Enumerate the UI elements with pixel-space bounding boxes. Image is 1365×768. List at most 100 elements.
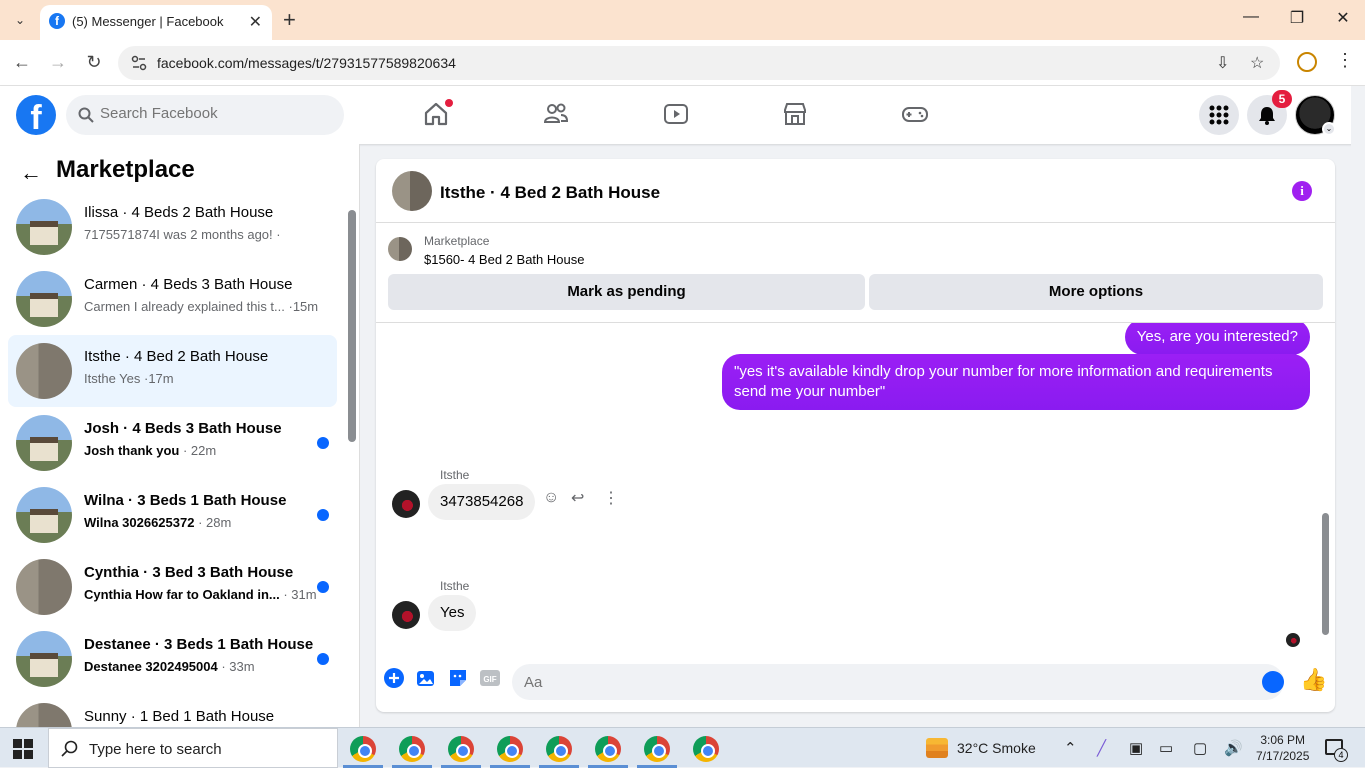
thumbs-up-icon[interactable]: 👍 [1300,667,1327,693]
mark-as-pending-button[interactable]: Mark as pending [388,274,865,310]
conversation-item[interactable]: Destanee · 3 Beds 1 Bath House Destanee … [8,623,337,695]
sender-avatar[interactable] [392,490,420,518]
chat-title[interactable]: Itsthe · 4 Bed 2 Bath House [440,183,660,203]
conversation-item[interactable]: Sunny · 1 Bed 1 Bath House [8,695,337,727]
minimize-icon[interactable]: — [1236,8,1266,26]
facebook-logo-icon[interactable]: f [16,95,56,135]
gif-icon[interactable]: GIF [479,667,501,689]
video-icon[interactable] [662,100,690,128]
weather-icon[interactable] [926,738,948,758]
url-text: facebook.com/messages/t/2793157758982063… [157,55,456,71]
camera-icon[interactable]: ▣ [1129,739,1143,757]
reload-icon[interactable]: ↻ [83,52,105,73]
more-options-button[interactable]: More options [869,274,1323,310]
chevron-down-icon[interactable]: ⌄ [1322,122,1336,136]
emoji-icon[interactable] [1262,671,1284,693]
sidebar-scrollbar-thumb[interactable] [348,210,356,442]
install-app-icon[interactable]: ⇩ [1216,53,1229,73]
svg-text:GIF: GIF [483,675,496,684]
facebook-favicon-icon: f [49,13,65,29]
chat-scrollbar[interactable] [1320,325,1332,651]
browser-tab[interactable]: f (5) Messenger | Facebook ✕ [40,5,272,40]
marketplace-icon[interactable] [781,100,809,128]
chrome-app-icon[interactable] [644,736,670,762]
outgoing-message[interactable]: "yes it's available kindly drop your num… [722,354,1310,410]
sender-name: Itsthe [440,468,470,482]
url-box[interactable]: facebook.com/messages/t/2793157758982063… [118,46,1280,80]
friends-icon[interactable] [542,100,570,128]
site-settings-icon[interactable] [130,54,148,72]
chrome-app-icon[interactable] [448,736,474,762]
facebook-search[interactable] [66,95,344,135]
forward-icon[interactable]: → [47,52,69,73]
unread-dot [317,437,329,449]
pen-icon[interactable]: ╱ [1097,739,1106,757]
listing-thumbnail [16,703,72,727]
weather-text[interactable]: 32°C Smoke [957,740,1036,756]
conversation-item[interactable]: Wilna · 3 Beds 1 Bath House Wilna 302662… [8,479,337,551]
search-icon [61,740,78,757]
conversation-item[interactable]: Carmen · 4 Beds 3 Bath House Carmen I al… [8,263,337,335]
gaming-icon[interactable] [901,100,929,128]
message-input[interactable] [512,664,1284,700]
conversation-item[interactable]: Cynthia · 3 Bed 3 Bath House Cynthia How… [8,551,337,623]
conversation-item[interactable]: Josh · 4 Beds 3 Bath House Josh thank yo… [8,407,337,479]
conversation-preview: Josh thank you · 22m [84,443,217,458]
close-tab-icon[interactable]: ✕ [249,12,262,32]
photo-icon[interactable] [415,667,437,689]
chrome-profile-icon[interactable] [1297,52,1317,72]
clock[interactable]: 3:06 PM 7/17/2025 [1256,732,1309,764]
listing-thumbnail [16,271,72,327]
browser-tab-bar: ⌄ f (5) Messenger | Facebook ✕ + — ❐ ✕ [0,0,1365,40]
plus-circle-icon[interactable] [383,667,405,689]
chrome-menu-icon[interactable]: ⋮ [1336,50,1354,71]
search-input[interactable] [100,105,320,122]
chevron-up-icon[interactable]: ⌃ [1064,739,1077,757]
taskbar-search[interactable]: Type here to search [48,728,338,768]
speaker-icon[interactable]: 🔊 [1224,739,1243,757]
chrome-app-icon[interactable] [595,736,621,762]
listing-thumbnail[interactable] [388,237,412,261]
conversation-item-active[interactable]: Itsthe · 4 Bed 2 Bath House Itsthe Yes ·… [8,335,337,407]
back-icon[interactable]: ← [11,52,33,73]
windows-start-icon[interactable] [13,739,33,759]
listing-thumbnail [16,487,72,543]
sticker-icon[interactable] [447,667,469,689]
menu-grid-button[interactable] [1199,95,1239,135]
close-window-icon[interactable]: ✕ [1328,8,1358,28]
sidebar-scrollbar[interactable] [347,196,356,726]
chat-avatar[interactable] [392,171,432,211]
conversation-name: Josh · 4 Beds 3 Bath House [84,420,282,437]
back-arrow-icon[interactable]: ← [20,160,42,186]
chrome-app-icon[interactable] [497,736,523,762]
conversation-name: Ilissa · 4 Beds 2 Bath House [84,204,274,221]
react-emoji-icon[interactable]: ☺ [543,489,559,507]
chat-scrollbar-thumb[interactable] [1322,513,1329,635]
restore-icon[interactable]: ❐ [1282,8,1312,28]
battery-icon[interactable]: ▭ [1159,739,1173,757]
tab-search-icon[interactable]: ⌄ [8,9,32,31]
page-scrollbar[interactable] [1351,86,1365,727]
chrome-app-icon[interactable] [399,736,425,762]
listing-thumbnail [16,415,72,471]
new-tab-icon[interactable]: + [283,7,296,33]
reply-icon[interactable]: ↩ [571,488,584,508]
unread-dot [317,581,329,593]
chrome-app-icon[interactable] [693,736,719,762]
chrome-app-icon[interactable] [546,736,572,762]
conversation-item[interactable]: Ilissa · 4 Beds 2 Bath House 7175571874I… [8,191,337,263]
conversation-name: Wilna · 3 Beds 1 Bath House [84,492,287,509]
chrome-app-icon[interactable] [350,736,376,762]
notification-center-count: 4 [1334,748,1348,762]
windows-taskbar: Type here to search 32°C Smoke ⌃ ╱ ▣ ▭ ▢… [0,727,1365,768]
more-actions-icon[interactable]: ⋮ [603,488,619,508]
listing-description[interactable]: $1560- 4 Bed 2 Bath House [424,252,584,267]
network-icon[interactable]: ▢ [1193,739,1207,757]
sender-avatar[interactable] [392,601,420,629]
incoming-message[interactable]: Yes [428,595,477,631]
incoming-message[interactable]: 3473854268 [428,484,536,520]
info-icon[interactable]: i [1292,181,1312,201]
conversation-name: Carmen · 4 Beds 3 Bath House [84,276,293,293]
bookmark-star-icon[interactable]: ☆ [1250,53,1264,73]
outgoing-message[interactable]: Yes, are you interested? [1124,323,1310,355]
